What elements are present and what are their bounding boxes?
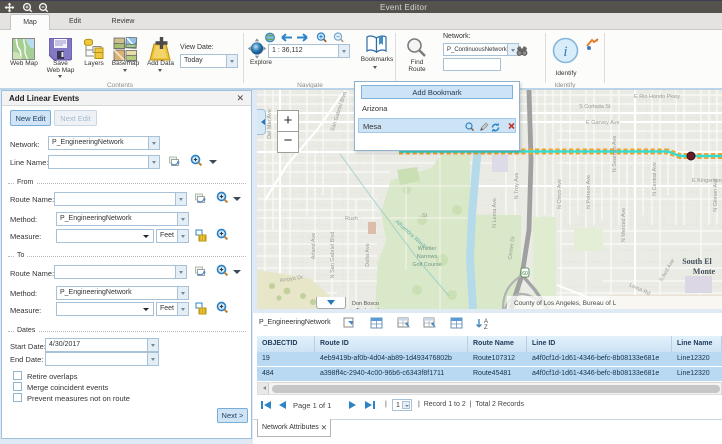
svg-text:Delta Ave: Delta Ave (365, 243, 371, 266)
svg-text:Narrows: Narrows (417, 254, 438, 260)
svg-text:N Chico Ave: N Chico Ave (557, 179, 563, 209)
svg-text:Golf Course: Golf Course (412, 262, 441, 268)
svg-text:Del Mar Ave: Del Mar Ave (267, 109, 273, 139)
svg-text:N San Gabriel Blvd: N San Gabriel Blvd (330, 232, 336, 279)
svg-text:N Troy Ave: N Troy Ave (514, 173, 520, 200)
svg-text:E Rio Hondo Pkwy: E Rio Hondo Pkwy (634, 94, 680, 100)
svg-text:E Garvey Ave: E Garvey Ave (586, 120, 620, 126)
svg-text:Page 1 of 1: Page 1 of 1 (293, 401, 331, 410)
svg-text:N Seaman Ave: N Seaman Ave (612, 136, 618, 173)
svg-text:County of Los Angeles, Bureau: County of Los Angeles, Bureau of L (514, 300, 617, 307)
svg-text:E Kingsman St: E Kingsman St (692, 178, 722, 184)
svg-text:Technical: Technical (356, 308, 379, 309)
svg-text:N Lema Ave: N Lema Ave (492, 198, 498, 228)
svg-text:Rush: Rush (345, 216, 358, 222)
svg-text:Z: Z (484, 325, 488, 330)
svg-text:N Merced Ave: N Merced Ave (621, 208, 627, 242)
svg-text:Whittier: Whittier (418, 246, 437, 252)
svg-text:Arland Ave: Arland Ave (311, 233, 317, 260)
svg-text:St: St (422, 213, 428, 219)
svg-text:N Central Ave: N Central Ave (652, 162, 658, 196)
svg-text:60: 60 (522, 271, 528, 277)
svg-text:Monte: Monte (693, 267, 716, 276)
svg-text:South El: South El (682, 257, 712, 266)
svg-text:S Cortada St: S Cortada St (579, 104, 611, 110)
svg-text:Don Bosco: Don Bosco (352, 301, 379, 307)
svg-text:N Potrero Ave: N Potrero Ave (586, 175, 592, 209)
svg-text:i: i (563, 44, 567, 60)
